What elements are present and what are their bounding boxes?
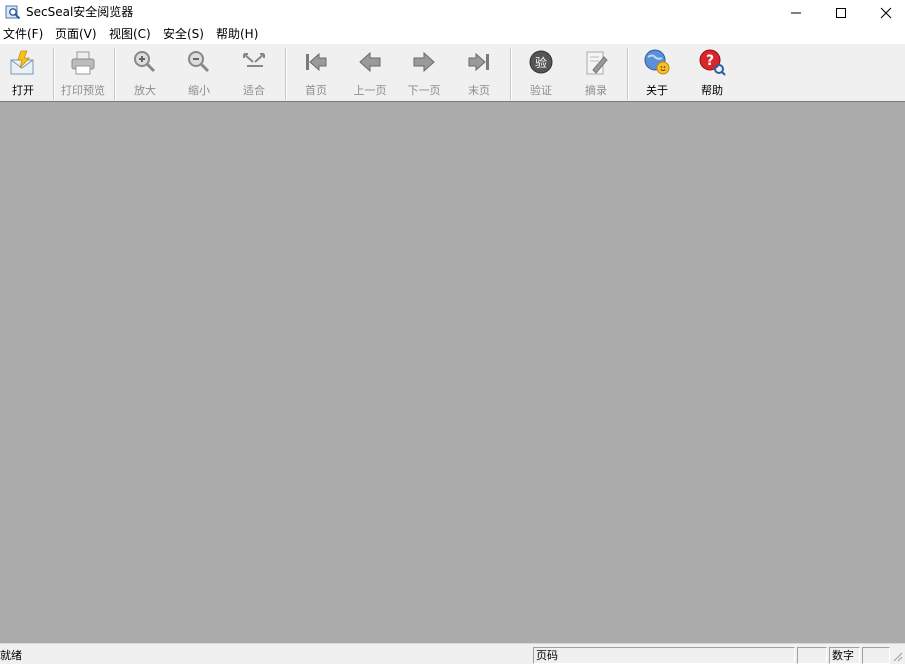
- toolbar: 打开 打印预览 放大 缩小 适合 首页 上一页 下一页 末页 验 验证 摘录 关…: [0, 44, 905, 102]
- excerpt-button[interactable]: 摘录: [569, 48, 623, 100]
- prev-page-button[interactable]: 上一页: [343, 48, 397, 100]
- close-button[interactable]: [863, 0, 905, 25]
- menu-bar: 文件(F) 页面(V) 视图(C) 安全(S) 帮助(H): [0, 25, 905, 44]
- excerpt-label: 摘录: [585, 84, 607, 97]
- about-label: 关于: [646, 84, 668, 97]
- resize-grip-icon[interactable]: [891, 650, 903, 662]
- next-page-icon: [413, 51, 435, 73]
- menu-file[interactable]: 文件(F): [3, 27, 43, 42]
- print-preview-label: 打印预览: [61, 84, 105, 97]
- prev-page-label: 上一页: [353, 84, 387, 97]
- status-extra-pane: [862, 647, 890, 664]
- about-button[interactable]: 关于: [630, 48, 684, 100]
- excerpt-pen-icon: [586, 51, 608, 75]
- minimize-button[interactable]: [773, 0, 819, 25]
- last-page-button[interactable]: 末页: [452, 48, 506, 100]
- title-bar: SecSeal安全阅览器: [0, 0, 905, 25]
- first-page-button[interactable]: 首页: [289, 48, 343, 100]
- zoom-in-label: 放大: [134, 84, 156, 97]
- zoom-out-icon: [188, 51, 210, 73]
- next-page-label: 下一页: [407, 84, 441, 97]
- status-num-pane: 数字: [829, 647, 860, 664]
- toolbar-separator: [53, 48, 55, 100]
- toolbar-separator: [285, 48, 287, 100]
- verify-seal-char: 验: [535, 55, 547, 70]
- first-page-label: 首页: [305, 84, 327, 97]
- help-button[interactable]: ? 帮助: [685, 48, 739, 100]
- app-magnifier-icon: [5, 5, 21, 20]
- printer-icon: [71, 51, 95, 75]
- zoom-in-icon: [134, 51, 156, 73]
- toolbar-separator: [114, 48, 116, 100]
- maximize-icon: [836, 7, 846, 18]
- status-empty-pane: [797, 647, 827, 664]
- about-globe-icon: [644, 49, 670, 75]
- verify-label: 验证: [530, 84, 552, 97]
- fit-label: 适合: [243, 84, 265, 97]
- help-question-icon: ?: [699, 49, 726, 76]
- zoom-out-label: 缩小: [188, 84, 210, 97]
- print-preview-button[interactable]: 打印预览: [56, 48, 110, 100]
- status-page-label: 页码: [536, 649, 558, 662]
- minimize-icon: [791, 12, 801, 13]
- help-label: 帮助: [701, 84, 723, 97]
- toolbar-separator: [627, 48, 629, 100]
- open-label: 打开: [12, 84, 34, 97]
- document-workspace[interactable]: [0, 102, 905, 643]
- next-page-button[interactable]: 下一页: [397, 48, 451, 100]
- fit-arrows-icon: [243, 53, 265, 67]
- verify-button[interactable]: 验 验证: [514, 48, 568, 100]
- menu-security[interactable]: 安全(S): [163, 27, 204, 42]
- first-page-icon: [306, 52, 327, 72]
- status-page-pane: 页码: [533, 647, 795, 664]
- maximize-button[interactable]: [818, 0, 864, 25]
- last-page-icon: [468, 52, 489, 72]
- verify-seal-icon: 验: [529, 50, 553, 74]
- toolbar-separator: [510, 48, 512, 100]
- open-button[interactable]: 打开: [0, 48, 50, 100]
- status-ready: 就绪: [0, 649, 22, 662]
- fit-button[interactable]: 适合: [227, 48, 281, 100]
- open-envelope-icon: [10, 50, 34, 75]
- prev-page-icon: [359, 51, 381, 73]
- status-num-label: 数字: [832, 649, 854, 662]
- menu-page[interactable]: 页面(V): [55, 27, 97, 42]
- svg-text:?: ?: [706, 53, 714, 69]
- menu-help[interactable]: 帮助(H): [216, 27, 258, 42]
- menu-view[interactable]: 视图(C): [109, 27, 151, 42]
- close-icon: [880, 7, 892, 18]
- zoom-in-button[interactable]: 放大: [118, 48, 172, 100]
- status-bar: 就绪 页码 数字: [0, 643, 905, 664]
- zoom-out-button[interactable]: 缩小: [172, 48, 226, 100]
- last-page-label: 末页: [468, 84, 490, 97]
- window-title: SecSeal安全阅览器: [26, 5, 134, 19]
